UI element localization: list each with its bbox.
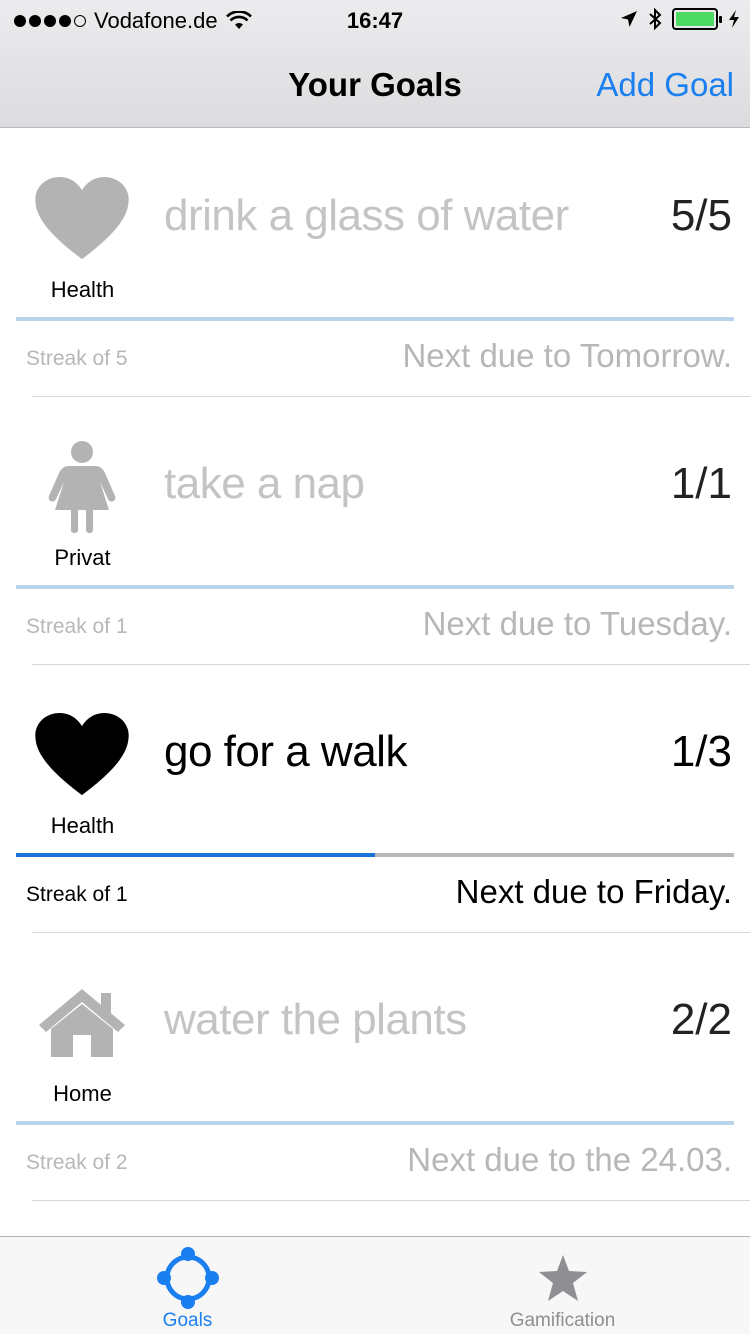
goal-streak: Streak of 5 bbox=[26, 347, 128, 370]
goal-progress-fill bbox=[16, 853, 375, 857]
top-bar: Vodafone.de 16:47 Your Goals Add Goal bbox=[0, 0, 750, 128]
goal-progress-bar bbox=[16, 853, 734, 857]
goal-category: Health bbox=[50, 813, 115, 838]
add-goal-button[interactable]: Add Goal bbox=[596, 66, 734, 104]
heart-icon bbox=[28, 169, 136, 269]
tab-label: Gamification bbox=[509, 1310, 616, 1331]
goal-due: Next due to Tomorrow. bbox=[402, 337, 732, 374]
goal-row[interactable]: Health go for a walk 1/3 Streak of 1 Nex… bbox=[0, 665, 750, 933]
crosshair-icon bbox=[0, 1247, 375, 1309]
heart-icon bbox=[28, 705, 136, 805]
goal-streak: Streak of 1 bbox=[26, 615, 128, 638]
goal-count: 5/5 bbox=[670, 191, 732, 240]
goal-row[interactable]: Home water the plants 2/2 Streak of 2 Ne… bbox=[0, 933, 750, 1201]
navigation-bar: Your Goals Add Goal bbox=[0, 40, 750, 128]
goal-count: 2/2 bbox=[670, 995, 732, 1044]
charging-icon bbox=[729, 10, 739, 28]
goal-due: Next due to Friday. bbox=[455, 873, 732, 910]
goal-title: go for a walk bbox=[164, 727, 407, 776]
house-icon bbox=[28, 973, 136, 1073]
goal-streak: Streak of 1 bbox=[26, 883, 128, 906]
battery-icon bbox=[672, 8, 722, 30]
location-arrow-icon bbox=[621, 11, 637, 27]
goal-due: Next due to Tuesday. bbox=[422, 605, 732, 642]
goal-streak: Streak of 2 bbox=[26, 1151, 128, 1174]
bluetooth-icon bbox=[649, 8, 662, 30]
tab-bar: Goals Gamification bbox=[0, 1236, 750, 1334]
goal-count: 1/1 bbox=[670, 459, 732, 508]
goal-row[interactable]: Health drink a glass of water 5/5 Streak… bbox=[0, 129, 750, 397]
tab-gamification[interactable]: Gamification bbox=[375, 1237, 750, 1334]
status-right bbox=[620, 8, 740, 30]
tab-label: Goals bbox=[162, 1310, 213, 1331]
goal-category: Health bbox=[50, 277, 115, 302]
star-icon bbox=[375, 1247, 750, 1309]
goal-row[interactable]: Privat take a nap 1/1 Streak of 1 Next d… bbox=[0, 397, 750, 665]
goal-progress-bar bbox=[16, 585, 734, 589]
goal-title: drink a glass of water bbox=[164, 191, 569, 240]
battery-fill bbox=[676, 12, 714, 26]
goal-progress-bar bbox=[16, 317, 734, 321]
goal-title: water the plants bbox=[164, 995, 467, 1044]
person-icon bbox=[28, 437, 136, 537]
goal-count: 1/3 bbox=[670, 727, 732, 776]
tab-goals[interactable]: Goals bbox=[0, 1237, 375, 1334]
goal-category: Home bbox=[53, 1081, 112, 1106]
goal-list: Health drink a glass of water 5/5 Streak… bbox=[0, 129, 750, 1201]
goal-due: Next due to the 24.03. bbox=[407, 1141, 732, 1178]
goal-category: Privat bbox=[54, 545, 111, 570]
row-divider bbox=[32, 1200, 750, 1201]
status-bar: Vodafone.de 16:47 bbox=[0, 0, 750, 40]
goal-title: take a nap bbox=[164, 459, 365, 508]
goal-progress-bar bbox=[16, 1121, 734, 1125]
